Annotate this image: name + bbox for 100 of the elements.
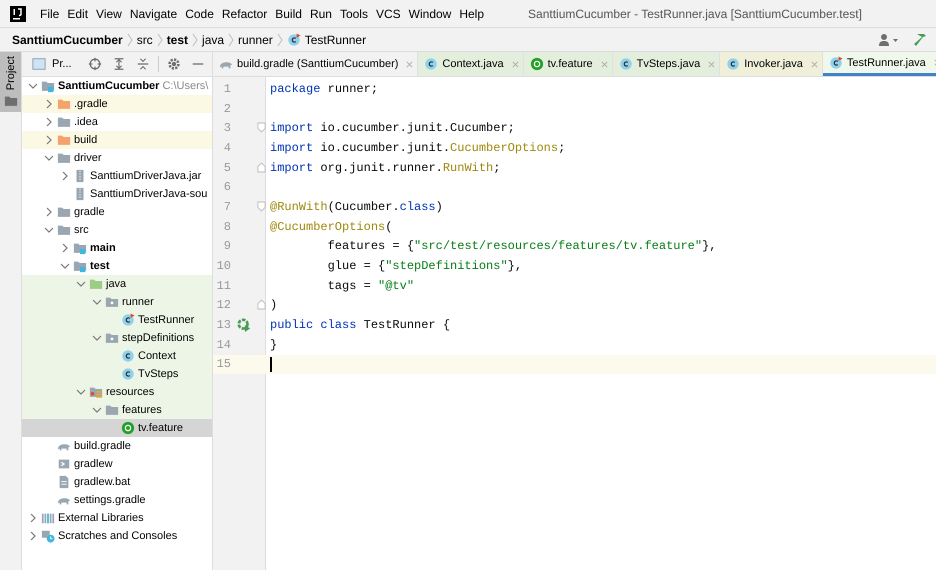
tree-item-label: SanttiumDriverJava-sou <box>90 188 208 200</box>
menu-item[interactable]: File <box>40 6 60 20</box>
tree-row[interactable]: stepDefinitions <box>22 329 212 347</box>
tree-row[interactable]: resources <box>22 383 212 401</box>
menu-item[interactable]: Run <box>310 6 332 20</box>
tree-row[interactable]: SanttiumCucumber C:\Users\ <box>22 77 212 95</box>
chevron-icon[interactable] <box>76 279 86 289</box>
settings-icon[interactable] <box>166 57 181 71</box>
breadcrumb-item[interactable]: TestRunner <box>304 32 366 46</box>
breadcrumb-item[interactable]: runner <box>238 32 273 46</box>
folder-icon <box>105 403 119 417</box>
chevron-icon[interactable] <box>92 405 102 415</box>
chevron-icon[interactable] <box>44 117 54 127</box>
line-number: 8 <box>222 220 231 234</box>
editor-tab[interactable]: tv.feature <box>524 52 613 76</box>
tree-row[interactable]: tv.feature <box>22 419 212 437</box>
user-icon[interactable] <box>878 32 900 48</box>
tree-row[interactable]: gradlew.bat <box>22 473 212 491</box>
target-icon[interactable] <box>88 57 102 71</box>
tree-row[interactable]: test <box>22 257 212 275</box>
tree-row[interactable]: gradlew <box>22 455 212 473</box>
window-title: SanttiumCucumber - TestRunner.java [SanttiumCucumber.test] <box>528 6 862 20</box>
tree-row[interactable]: .gradle <box>22 95 212 113</box>
code-line: public class TestRunner { <box>270 318 450 332</box>
tree-row[interactable]: src <box>22 221 212 239</box>
collapse-all-icon[interactable] <box>136 57 150 71</box>
breadcrumb-item[interactable]: java <box>202 32 224 46</box>
tree-row[interactable]: driver <box>22 149 212 167</box>
tree-row[interactable]: build.gradle <box>22 437 212 455</box>
breadcrumb-item[interactable]: SanttiumCucumber <box>12 32 123 46</box>
tree-row[interactable]: Scratches and Consoles <box>22 527 212 545</box>
app-logo-icon <box>10 6 26 22</box>
breadcrumb-item[interactable]: test <box>166 32 188 46</box>
tab-label: Context.java <box>442 58 504 70</box>
tree-row[interactable]: TestRunner <box>22 311 212 329</box>
expand-all-icon[interactable] <box>112 57 126 71</box>
folder-icon <box>73 241 87 255</box>
line-number: 12 <box>216 298 231 312</box>
path-hint: C:\Users\ <box>162 80 208 92</box>
tree-row[interactable]: External Libraries <box>22 509 212 527</box>
project-side-tab[interactable]: Project <box>0 52 21 112</box>
tree-row[interactable]: TvSteps <box>22 365 212 383</box>
editor-tab[interactable]: TestRunner.java <box>822 52 936 76</box>
menu-item[interactable]: Help <box>459 6 484 20</box>
chevron-icon[interactable] <box>60 261 70 271</box>
cucumber-icon <box>530 57 544 71</box>
chevron-icon[interactable] <box>92 333 102 343</box>
tree-row[interactable]: runner <box>22 293 212 311</box>
tree-row[interactable]: settings.gradle <box>22 491 212 509</box>
chevron-icon[interactable] <box>28 531 38 541</box>
tree-row[interactable]: gradle <box>22 203 212 221</box>
tree-item-label: features <box>122 404 162 416</box>
class-icon <box>121 313 135 327</box>
chevron-icon[interactable] <box>76 387 86 397</box>
tree-row[interactable]: build <box>22 131 212 149</box>
tree-row[interactable]: Context <box>22 347 212 365</box>
chevron-icon[interactable] <box>44 225 54 235</box>
tree-item-label: runner <box>122 296 154 308</box>
line-number: 10 <box>216 259 231 274</box>
chevron-icon[interactable] <box>28 513 38 523</box>
run-icon[interactable] <box>237 318 251 332</box>
tree-row[interactable]: .idea <box>22 113 212 131</box>
tree-row[interactable]: SanttiumDriverJava.jar <box>22 167 212 185</box>
menu-item[interactable]: Window <box>408 6 452 20</box>
chevron-icon[interactable] <box>44 135 54 145</box>
chevron-icon[interactable] <box>44 207 54 217</box>
folder-icon <box>57 205 71 219</box>
scratches-icon <box>41 529 55 543</box>
tree-row[interactable]: main <box>22 239 212 257</box>
code-line: ) <box>270 298 278 312</box>
resources-folder-icon <box>89 385 103 399</box>
chevron-icon[interactable] <box>44 99 54 109</box>
editor-tab[interactable]: Invoker.java <box>720 52 823 76</box>
tree-row[interactable]: SanttiumDriverJava-sou <box>22 185 212 203</box>
panel-title[interactable]: Pr... <box>52 58 72 70</box>
line-number: 4 <box>222 140 231 155</box>
menu-item[interactable]: Code <box>185 6 214 20</box>
chevron-icon[interactable] <box>28 81 38 91</box>
menu-item[interactable]: Navigate <box>130 6 178 20</box>
class-icon <box>618 57 633 71</box>
chevron-icon[interactable] <box>44 153 54 163</box>
tree-row[interactable]: features <box>22 401 212 419</box>
tree-row[interactable]: java <box>22 275 212 293</box>
tab-label: TestRunner.java <box>846 56 926 68</box>
editor-tab[interactable]: Context.java <box>418 52 524 76</box>
code-line: import io.cucumber.junit.CucumberOptions; <box>270 140 566 155</box>
menu-item[interactable]: VCS <box>376 6 401 20</box>
menu-item[interactable]: Tools <box>340 6 368 20</box>
code-line: tags = "@tv" <box>326 278 414 293</box>
menu-item[interactable]: View <box>96 6 122 20</box>
chevron-icon <box>126 32 133 46</box>
tree-item-label: build <box>74 134 98 146</box>
menu-item[interactable]: Edit <box>67 6 88 20</box>
editor-tab[interactable]: TvSteps.java <box>612 52 720 76</box>
menu-item[interactable]: Build <box>275 6 302 20</box>
menu-item[interactable]: Refactor <box>222 6 268 20</box>
breadcrumb-item[interactable]: src <box>136 32 153 46</box>
chevron-icon[interactable] <box>92 297 102 307</box>
chevron-icon[interactable] <box>60 171 70 181</box>
chevron-icon[interactable] <box>60 243 70 253</box>
